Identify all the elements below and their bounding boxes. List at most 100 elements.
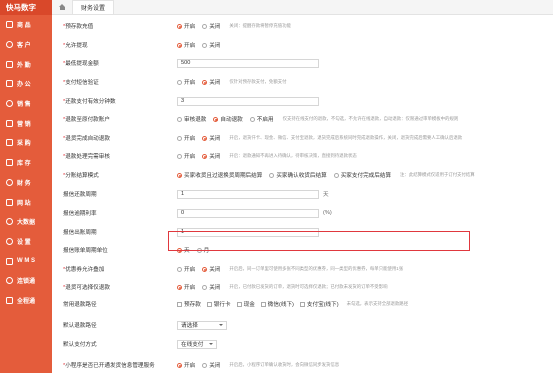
row-default-refund-path: 默认退款路径 请选择	[52, 319, 553, 331]
sidebar-item-process[interactable]: 全程通	[0, 291, 52, 311]
refund-auto-radio[interactable]: 自动退款	[213, 115, 243, 123]
row-refund-minutes: *还款支付有效分钟数 3	[52, 95, 553, 107]
process-icon	[6, 296, 13, 304]
user-icon	[6, 41, 13, 49]
sidebar-item-office[interactable]: 办 公	[0, 74, 52, 94]
row-coupon-stack: *优惠券允许叠加 开启 关闭 开启后，同一订单里可使用多张不同类型的优惠券，同一…	[63, 265, 404, 273]
coupon-stack-off-radio[interactable]: 关闭	[202, 265, 220, 273]
sidebar-item-finance[interactable]: 财 务	[0, 173, 52, 193]
sidebar-item-label: 外 勤	[17, 62, 31, 69]
marketing-icon	[6, 119, 13, 127]
path-wechat-checkbox[interactable]: 微信(线下)	[260, 300, 294, 308]
path-alipay-checkbox[interactable]: 支付宝(线下)	[299, 300, 339, 308]
row-min-withdraw: *最低提现金额 500	[52, 57, 553, 69]
refund-audit-on-radio[interactable]: 开启	[177, 152, 195, 160]
sidebar-item-settings[interactable]: 设 置	[0, 232, 52, 252]
sidebar: 快马数字 商 品 客 户 外 勤 办 公 销 售 营 销 采 购 库 存 财 务…	[0, 0, 52, 373]
settings-icon	[6, 237, 13, 245]
sidebar-item-label: 财 务	[17, 180, 31, 187]
sidebar-item-label: 连锁通	[17, 279, 36, 286]
home-tab[interactable]	[52, 0, 72, 14]
row-goods-return: *退货可选择仅退款 开启 关闭 开启，已付款已发货的订单，退货时可选择仅退款；已…	[63, 283, 388, 291]
prepay-topup-on-radio[interactable]: 开启	[177, 22, 195, 30]
sidebar-item-label: 设 置	[17, 239, 31, 246]
coupon-stack-on-radio[interactable]: 开启	[177, 265, 195, 273]
bigdata-icon	[6, 218, 13, 226]
box-icon	[6, 21, 13, 29]
miniapp-deliver-on-radio[interactable]: 开启	[177, 361, 195, 369]
sidebar-item-label: 大数据	[17, 220, 36, 227]
path-bankcard-checkbox[interactable]: 银行卡	[206, 300, 231, 308]
sidebar-item-goods[interactable]: 商 品	[0, 15, 52, 35]
sidebar-item-label: 客 户	[17, 43, 31, 50]
sidebar-item-label: 办 公	[17, 82, 31, 89]
top-tab-bar: 财务设置	[52, 0, 553, 15]
refund-disable-radio[interactable]: 不启用	[249, 115, 274, 123]
purchase-icon	[6, 139, 13, 147]
row-refund-after-done: *退货完成自动退款 开启 关闭 开启，退货仟卡、现金、微信、支付宝退款，退货完成…	[63, 134, 463, 142]
tab-finance-settings[interactable]: 财务设置	[72, 0, 115, 14]
row-overdue-rate: 报信逾期利率 0 (%)	[63, 208, 332, 218]
sidebar-item-label: 商 品	[17, 23, 31, 30]
pay-sms-off-radio[interactable]: 关闭	[202, 78, 220, 86]
refund-audit-off-radio[interactable]: 关闭	[202, 152, 220, 160]
office-icon	[6, 80, 13, 88]
refund-after-done-on-radio[interactable]: 开启	[177, 134, 195, 142]
row-pay-sms: *支付短信验证 开启 关闭 仅针对预存款支付，免额支付	[63, 78, 287, 86]
sidebar-item-label: 网 站	[17, 200, 31, 207]
repay-period-input[interactable]: 1	[177, 189, 319, 199]
row-common-refund-path: 常用退款路径 预存款 银行卡 现金 微信(线下) 支付宝(线下) 未勾选，表示支…	[63, 300, 409, 308]
home-icon	[58, 4, 66, 10]
sidebar-item-label: 采 购	[17, 141, 31, 148]
row-allow-withdraw: *允许提现 开启 关闭	[63, 41, 221, 49]
settle-return-period-radio[interactable]: 买家收货且过退换货周期后结算	[177, 171, 262, 179]
sidebar-item-chain[interactable]: 连锁通	[0, 271, 52, 291]
sidebar-item-wms[interactable]: W M S	[0, 251, 52, 271]
path-cash-checkbox[interactable]: 现金	[236, 300, 255, 308]
row-repay-period: 报信还款周期 1 天	[63, 189, 329, 199]
row-refund-audit: *退款处理完需审核 开启 关闭 开启：退款通知不再进入待确认，待审核决策，直接到…	[63, 152, 357, 160]
settle-confirm-radio[interactable]: 买家确认收货后结算	[269, 171, 327, 179]
sidebar-item-label: 营 销	[17, 121, 31, 128]
row-refund-original: *退款至原付款账户 审核退款 自动退款 不启用 仅支持在线支付的退款，不勾选，不…	[63, 115, 459, 123]
min-withdraw-input[interactable]: 500	[177, 58, 319, 68]
withdraw-off-radio[interactable]: 关闭	[202, 41, 220, 49]
row-split-settle: *分账结算模式 买家收货且过退换货周期后结算 买家确认收货后结算 买家支付完成后…	[63, 171, 475, 179]
settle-paid-radio[interactable]: 买家支付完成后结算	[333, 171, 391, 179]
finance-icon	[6, 178, 13, 186]
sidebar-item-website[interactable]: 网 站	[0, 192, 52, 212]
sidebar-item-customer[interactable]: 客 户	[0, 35, 52, 55]
sidebar-item-label: 库 存	[17, 161, 31, 168]
default-refund-path-select[interactable]: 请选择	[177, 320, 227, 330]
sidebar-item-bigdata[interactable]: 大数据	[0, 212, 52, 232]
sidebar-item-label: W M S	[17, 258, 35, 265]
goods-return-off-radio[interactable]: 关闭	[202, 283, 220, 291]
overdue-rate-input[interactable]: 0	[177, 208, 319, 218]
refund-audit-radio[interactable]: 审核退款	[177, 115, 206, 123]
sidebar-item-label: 全程通	[17, 298, 36, 305]
sidebar-item-sales[interactable]: 销 售	[0, 94, 52, 114]
website-icon	[6, 198, 13, 206]
highlight-box	[168, 231, 470, 251]
chevron-down-icon	[209, 343, 213, 345]
withdraw-on-radio[interactable]: 开启	[177, 41, 195, 49]
default-pay-method-select[interactable]: 在线支付	[177, 339, 217, 349]
app-logo: 快马数字	[0, 0, 52, 15]
inventory-icon	[6, 159, 13, 167]
refund-minutes-input[interactable]: 3	[177, 96, 319, 106]
miniapp-deliver-off-radio[interactable]: 关闭	[202, 361, 220, 369]
sidebar-item-field[interactable]: 外 勤	[0, 54, 52, 74]
path-prepay-checkbox[interactable]: 预存款	[177, 300, 201, 308]
prepay-topup-off-radio[interactable]: 关闭	[202, 22, 220, 30]
wms-icon	[6, 257, 13, 265]
sidebar-item-inventory[interactable]: 库 存	[0, 153, 52, 173]
refund-after-done-off-radio[interactable]: 关闭	[202, 134, 220, 142]
field-icon	[6, 60, 13, 68]
goods-return-on-radio[interactable]: 开启	[177, 283, 195, 291]
sidebar-item-purchase[interactable]: 采 购	[0, 133, 52, 153]
sidebar-item-label: 销 售	[17, 102, 31, 109]
pay-sms-on-radio[interactable]: 开启	[177, 78, 195, 86]
sidebar-item-marketing[interactable]: 营 销	[0, 113, 52, 133]
sales-icon	[6, 100, 13, 108]
chevron-down-icon	[219, 324, 223, 326]
